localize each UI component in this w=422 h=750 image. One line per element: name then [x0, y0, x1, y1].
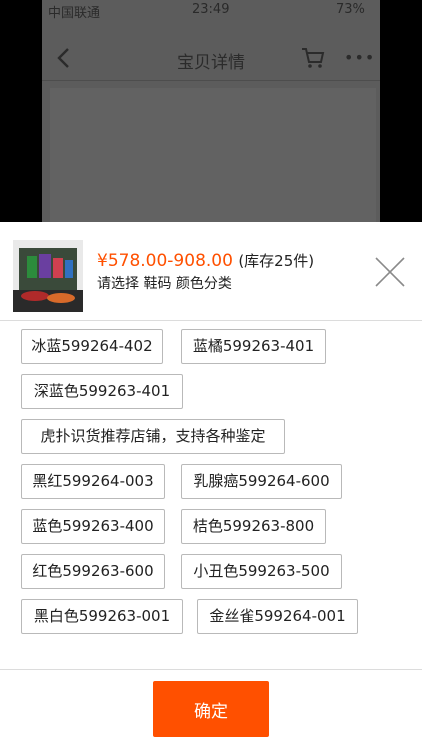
status-bar: 中国联通 23:49 73% [42, 0, 380, 22]
close-icon[interactable] [372, 254, 408, 290]
sku-option[interactable]: 黑红599264-003 [21, 464, 165, 499]
sku-option[interactable]: 小丑色599263-500 [181, 554, 342, 589]
cart-icon[interactable] [300, 46, 326, 70]
sku-option[interactable]: 金丝雀599264-001 [197, 599, 358, 634]
battery-label: 73% [336, 2, 365, 17]
header-divider [0, 320, 422, 321]
more-icon[interactable]: ••• [344, 48, 375, 67]
selection-hint: 请选择 鞋码 颜色分类 [97, 276, 232, 292]
product-thumbnail [13, 240, 83, 312]
page-title: 宝贝详情 [177, 53, 245, 73]
sku-option[interactable]: 蓝色599263-400 [21, 509, 165, 544]
carrier-label: 中国联通 [48, 6, 101, 21]
price: ¥578.00-908.00 [97, 251, 233, 271]
sku-option[interactable]: 桔色599263-800 [181, 509, 326, 544]
nav-divider [42, 80, 380, 81]
sku-option[interactable]: 蓝橘599263-401 [181, 329, 326, 364]
clock: 23:49 [192, 2, 230, 17]
product-image-placeholder [50, 88, 376, 222]
sku-option[interactable]: 红色599263-600 [21, 554, 165, 589]
nav-bar: 宝贝详情 ••• [42, 36, 380, 80]
sku-sheet: ¥578.00-908.00 (库存25件) 请选择 鞋码 颜色分类 冰蓝599… [0, 222, 422, 750]
confirm-button[interactable]: 确定 [153, 681, 269, 737]
price-line: ¥578.00-908.00 (库存25件) [97, 250, 314, 271]
sku-option[interactable]: 虎扑识货推荐店铺，支持各种鉴定 [21, 419, 285, 454]
stock-count: (库存25件) [238, 252, 315, 270]
sku-option[interactable]: 乳腺癌599264-600 [181, 464, 342, 499]
sku-option[interactable]: 深蓝色599263-401 [21, 374, 183, 409]
sku-option[interactable]: 冰蓝599264-402 [21, 329, 163, 364]
sku-option[interactable]: 黑白色599263-001 [21, 599, 183, 634]
footer-divider [0, 669, 422, 670]
